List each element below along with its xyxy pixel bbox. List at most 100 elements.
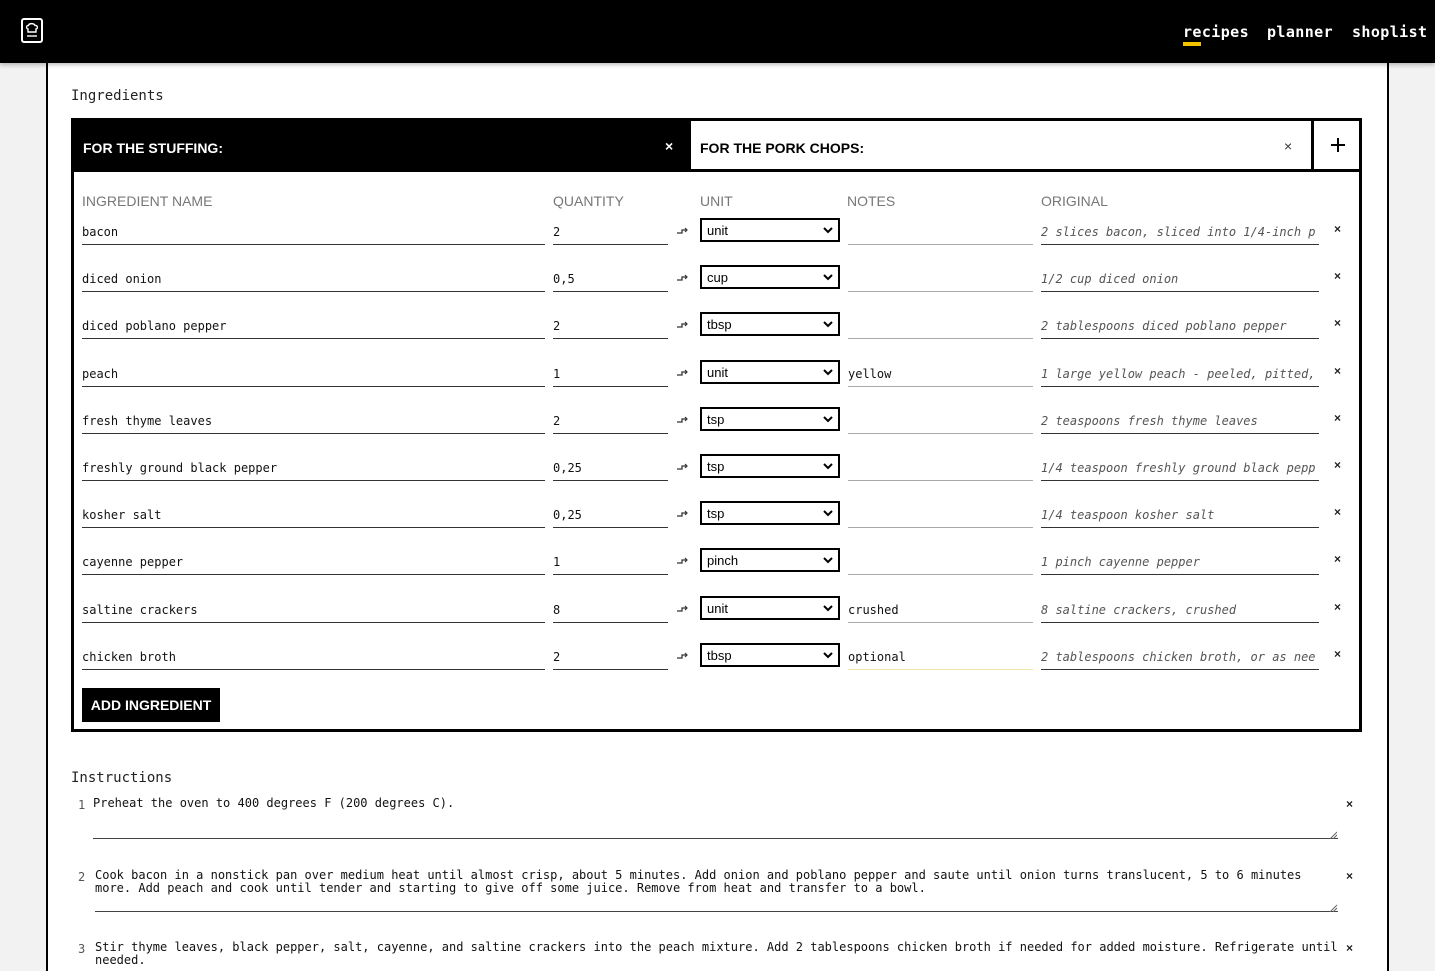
- unit-select[interactable]: tbsp: [700, 643, 840, 667]
- column-header-ingredient-name: INGREDIENT NAME: [82, 193, 213, 209]
- nav-link-planner[interactable]: planner: [1267, 23, 1333, 41]
- instruction-step: 1 Preheat the oven to 400 degrees F (200…: [71, 797, 1361, 841]
- original-text-input[interactable]: 2 tablespoons chicken broth, or as nee: [1041, 648, 1319, 670]
- unit-select-value: tsp: [707, 506, 725, 521]
- unit-select[interactable]: tsp: [700, 501, 840, 525]
- delete-ingredient-icon[interactable]: ×: [1334, 364, 1341, 378]
- add-ingredient-button[interactable]: ADD INGREDIENT: [82, 688, 220, 722]
- ingredient-name-input[interactable]: cayenne pepper: [82, 553, 545, 575]
- delete-ingredient-icon[interactable]: ×: [1334, 552, 1341, 566]
- original-text-input[interactable]: 2 tablespoons diced poblano pepper: [1041, 317, 1319, 339]
- notes-input[interactable]: optional: [848, 648, 1033, 670]
- unit-select[interactable]: unit: [700, 596, 840, 620]
- original-text-input[interactable]: 1/4 teaspoon kosher salt: [1041, 506, 1319, 528]
- notes-input[interactable]: yellow: [848, 365, 1033, 387]
- unit-select-value: pinch: [707, 553, 739, 568]
- step-number: 1: [78, 798, 86, 812]
- delete-ingredient-icon[interactable]: ×: [1334, 600, 1341, 614]
- ingredient-name-input[interactable]: diced poblano pepper: [82, 317, 545, 339]
- quantity-input[interactable]: 0,25: [553, 506, 668, 528]
- resize-grip-icon[interactable]: [1329, 904, 1337, 912]
- delete-ingredient-icon[interactable]: ×: [1334, 222, 1341, 236]
- delete-ingredient-icon[interactable]: ×: [1334, 647, 1341, 661]
- delete-ingredient-icon[interactable]: ×: [1334, 458, 1341, 472]
- unit-convert-icon[interactable]: [675, 551, 689, 573]
- original-text-input[interactable]: 1 large yellow peach - peeled, pitted,: [1041, 365, 1319, 387]
- chef-hat-book-icon[interactable]: [21, 18, 43, 43]
- add-tab-button[interactable]: [1311, 121, 1362, 172]
- notes-input[interactable]: [848, 223, 1033, 245]
- unit-select[interactable]: tbsp: [700, 312, 840, 336]
- ingredient-row: peach 1 unit yellow 1 large yellow peach - p…: [74, 360, 1359, 402]
- quantity-input[interactable]: 0,25: [553, 459, 668, 481]
- notes-input[interactable]: [848, 317, 1033, 339]
- tab-for-the-pork-chops[interactable]: FOR THE PORK CHOPS: ×: [691, 121, 1311, 172]
- unit-convert-icon[interactable]: [675, 221, 689, 243]
- notes-input[interactable]: [848, 553, 1033, 575]
- ingredient-name-input[interactable]: peach: [82, 365, 545, 387]
- quantity-input[interactable]: 2: [553, 648, 668, 670]
- ingredient-row: kosher salt 0,25 tsp 1/4 teaspoon kosher sa…: [74, 501, 1359, 543]
- original-text-input[interactable]: 8 saltine crackers, crushed: [1041, 601, 1319, 623]
- quantity-input[interactable]: 1: [553, 553, 668, 575]
- instruction-step: 3 Stir thyme leaves, black pepper, salt,…: [71, 941, 1361, 971]
- delete-step-icon[interactable]: ×: [1346, 941, 1353, 955]
- delete-ingredient-icon[interactable]: ×: [1334, 269, 1341, 283]
- unit-convert-icon[interactable]: [675, 457, 689, 479]
- quantity-input[interactable]: 0,5: [553, 270, 668, 292]
- unit-convert-icon[interactable]: [675, 315, 689, 337]
- original-text-input[interactable]: 2 slices bacon, sliced into 1/4-inch p: [1041, 223, 1319, 245]
- unit-convert-icon[interactable]: [675, 646, 689, 668]
- ingredient-name-input[interactable]: freshly ground black pepper: [82, 459, 545, 481]
- unit-select[interactable]: cup: [700, 265, 840, 289]
- resize-grip-icon[interactable]: [1329, 831, 1337, 839]
- ingredient-name-input[interactable]: kosher salt: [82, 506, 545, 528]
- unit-convert-icon[interactable]: [675, 268, 689, 290]
- original-text-input[interactable]: 2 teaspoons fresh thyme leaves: [1041, 412, 1319, 434]
- ingredient-name-input[interactable]: fresh thyme leaves: [82, 412, 545, 434]
- quantity-input[interactable]: 8: [553, 601, 668, 623]
- unit-select[interactable]: tsp: [700, 454, 840, 478]
- unit-convert-icon[interactable]: [675, 363, 689, 385]
- ingredient-name-input[interactable]: chicken broth: [82, 648, 545, 670]
- unit-convert-icon[interactable]: [675, 410, 689, 432]
- ingredient-name-input[interactable]: bacon: [82, 223, 545, 245]
- tab-for-the-stuffing[interactable]: FOR THE STUFFING: ×: [74, 121, 691, 172]
- delete-step-icon[interactable]: ×: [1346, 797, 1353, 811]
- quantity-input[interactable]: 1: [553, 365, 668, 387]
- notes-input[interactable]: [848, 270, 1033, 292]
- delete-ingredient-icon[interactable]: ×: [1334, 505, 1341, 519]
- original-text-input[interactable]: 1/4 teaspoon freshly ground black pepp: [1041, 459, 1319, 481]
- delete-ingredient-icon[interactable]: ×: [1334, 411, 1341, 425]
- unit-select[interactable]: pinch: [700, 548, 840, 572]
- nav-link-recipes[interactable]: recipes: [1183, 23, 1249, 41]
- delete-ingredient-icon[interactable]: ×: [1334, 316, 1341, 330]
- close-tab-icon[interactable]: ×: [1284, 138, 1292, 154]
- notes-input[interactable]: crushed: [848, 601, 1033, 623]
- notes-input[interactable]: [848, 412, 1033, 434]
- notes-input[interactable]: [848, 459, 1033, 481]
- close-tab-icon[interactable]: ×: [665, 138, 673, 154]
- step-textarea[interactable]: Preheat the oven to 400 degrees F (200 d…: [93, 797, 1338, 839]
- unit-select[interactable]: tsp: [700, 407, 840, 431]
- ingredient-name-input[interactable]: diced onion: [82, 270, 545, 292]
- unit-convert-icon[interactable]: [675, 504, 689, 526]
- quantity-input[interactable]: 2: [553, 223, 668, 245]
- unit-select[interactable]: unit: [700, 218, 840, 242]
- quantity-input[interactable]: 2: [553, 317, 668, 339]
- ingredients-heading: Ingredients: [71, 88, 164, 104]
- tab-label: FOR THE STUFFING:: [83, 140, 223, 156]
- unit-convert-icon[interactable]: [675, 599, 689, 621]
- delete-step-icon[interactable]: ×: [1346, 869, 1353, 883]
- nav-link-shoplist[interactable]: shoplist: [1352, 23, 1427, 41]
- original-text-input[interactable]: 1 pinch cayenne pepper: [1041, 553, 1319, 575]
- notes-input[interactable]: [848, 506, 1033, 528]
- instructions-heading: Instructions: [71, 770, 173, 786]
- step-textarea[interactable]: Cook bacon in a nonstick pan over medium…: [95, 869, 1338, 912]
- quantity-input[interactable]: 2: [553, 412, 668, 434]
- original-text-input[interactable]: 1/2 cup diced onion: [1041, 270, 1319, 292]
- ingredient-row: diced onion 0,5 cup 1/2 cup diced onion ×: [74, 265, 1359, 307]
- step-textarea[interactable]: Stir thyme leaves, black pepper, salt, c…: [95, 941, 1338, 971]
- unit-select[interactable]: unit: [700, 360, 840, 384]
- ingredient-name-input[interactable]: saltine crackers: [82, 601, 545, 623]
